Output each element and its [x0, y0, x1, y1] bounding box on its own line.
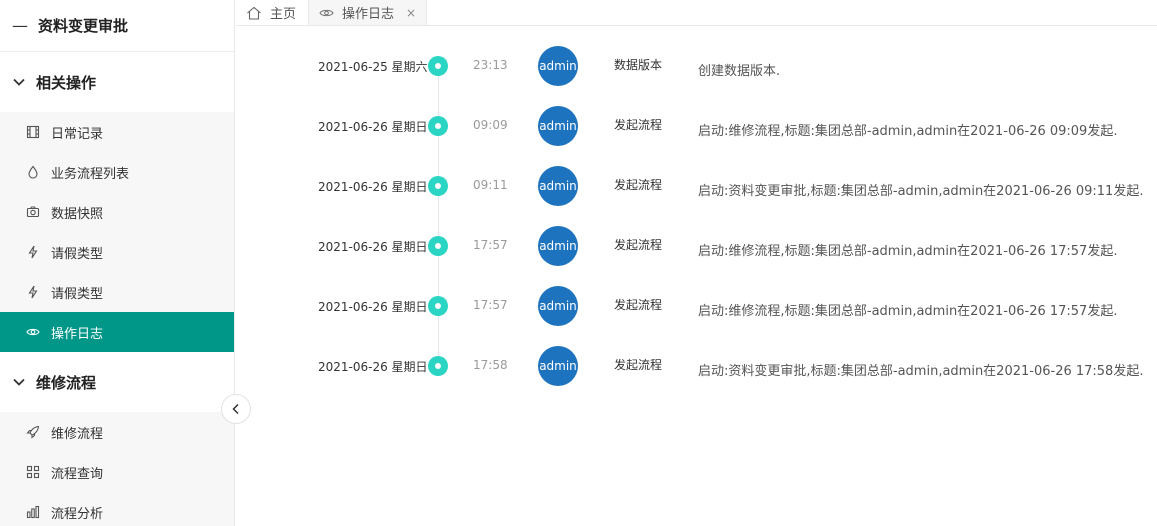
sidebar-item-flow-analysis[interactable]: 流程分析 [0, 492, 234, 526]
avatar[interactable]: admin [538, 106, 578, 146]
log-description: 启动:维修流程,标题:集团总部-admin,admin在2021-06-26 1… [698, 244, 1118, 259]
log-time: 17:57 [473, 238, 508, 252]
eye-icon [26, 325, 40, 339]
log-time: 23:13 [473, 58, 508, 72]
timeline-dot [428, 176, 448, 196]
timeline-dot [428, 116, 448, 136]
log-entry: 2021-06-26 星期日 17:58 admin 发起流程 启动:资料变更审… [236, 346, 1157, 386]
drop-icon [26, 165, 40, 179]
sidebar-collapse-button[interactable] [221, 394, 251, 424]
chevron-left-icon [232, 403, 239, 415]
camera-icon [26, 205, 40, 219]
log-date: 2021-06-26 星期日 [318, 240, 428, 254]
log-date: 2021-06-25 星期六 [318, 60, 428, 74]
log-type: 数据版本 [614, 58, 663, 72]
sidebar-header-title: 资料变更审批 [38, 17, 129, 35]
log-entry: 2021-06-26 星期日 09:11 admin 发起流程 启动:资料变更审… [236, 166, 1157, 206]
log-description: 启动:维修流程,标题:集团总部-admin,admin在2021-06-26 0… [698, 124, 1118, 139]
sidebar-item-label: 数据快照 [51, 206, 104, 222]
log-entry: 2021-06-26 星期日 17:57 admin 发起流程 启动:维修流程,… [236, 226, 1157, 266]
sidebar: — 资料变更审批 相关操作 日常记录 业务流程列表 数据快照 请假类型 请假类型… [0, 0, 235, 526]
collapse-dash-icon: — [12, 16, 28, 35]
sidebar-item-label: 日常记录 [51, 126, 104, 142]
sidebar-item-data-snapshot[interactable]: 数据快照 [0, 192, 234, 232]
log-type: 发起流程 [614, 178, 663, 192]
bar-chart-icon [26, 505, 40, 519]
sidebar-item-label: 流程分析 [51, 506, 104, 522]
avatar[interactable]: admin [538, 346, 578, 386]
tab-bar: 主页 操作日志 × [236, 0, 1157, 26]
grid-icon [26, 465, 40, 479]
home-icon [246, 6, 262, 20]
log-date: 2021-06-26 星期日 [318, 360, 428, 374]
timeline-dot [428, 56, 448, 76]
sidebar-item-label: 请假类型 [51, 246, 104, 262]
timeline-dot [428, 236, 448, 256]
eye-icon [319, 7, 334, 19]
log-time: 09:09 [473, 118, 508, 132]
log-description: 创建数据版本. [698, 64, 781, 79]
avatar[interactable]: admin [538, 286, 578, 326]
log-type: 发起流程 [614, 358, 663, 372]
sidebar-item-label: 流程查询 [51, 466, 104, 482]
timeline-dot [428, 296, 448, 316]
lightning-icon [26, 245, 40, 259]
sidebar-item-label: 请假类型 [51, 286, 104, 302]
sidebar-item-flow-query[interactable]: 流程查询 [0, 452, 234, 492]
log-description: 启动:资料变更审批,标题:集团总部-admin,admin在2021-06-26… [698, 364, 1144, 379]
tab-operation-log[interactable]: 操作日志 × [308, 0, 428, 25]
lightning-icon [26, 285, 40, 299]
log-description: 启动:资料变更审批,标题:集团总部-admin,admin在2021-06-26… [698, 184, 1144, 199]
log-date: 2021-06-26 星期日 [318, 120, 428, 134]
sidebar-group-title: 相关操作 [36, 73, 97, 92]
tab-home[interactable]: 主页 [236, 0, 308, 25]
log-entry: 2021-06-26 星期日 17:57 admin 发起流程 启动:维修流程,… [236, 286, 1157, 326]
chevron-down-icon [13, 378, 25, 386]
sidebar-item-operation-log[interactable]: 操作日志 [0, 312, 234, 352]
log-time: 17:58 [473, 358, 508, 372]
log-time: 09:11 [473, 178, 508, 192]
sidebar-item-daily-record[interactable]: 日常记录 [0, 112, 234, 152]
rocket-icon [26, 425, 40, 439]
log-type: 发起流程 [614, 118, 663, 132]
sidebar-item-leave-type-2[interactable]: 请假类型 [0, 272, 234, 312]
sidebar-group-related-ops[interactable]: 相关操作 [0, 52, 234, 112]
avatar[interactable]: admin [538, 226, 578, 266]
avatar[interactable]: admin [538, 166, 578, 206]
sidebar-item-repair-flow[interactable]: 维修流程 [0, 412, 234, 452]
sidebar-header[interactable]: — 资料变更审批 [0, 0, 234, 52]
log-entry: 2021-06-26 星期日 09:09 admin 发起流程 启动:维修流程,… [236, 106, 1157, 146]
sidebar-item-label: 操作日志 [51, 326, 104, 342]
timeline-dot [428, 356, 448, 376]
log-time: 17:57 [473, 298, 508, 312]
sidebar-item-leave-type[interactable]: 请假类型 [0, 232, 234, 272]
log-entry: 2021-06-25 星期六 23:13 admin 数据版本 创建数据版本. [236, 46, 1157, 86]
sidebar-item-label: 维修流程 [51, 426, 104, 442]
log-type: 发起流程 [614, 238, 663, 252]
tab-close-icon[interactable]: × [406, 6, 416, 20]
sidebar-group-repair-flow[interactable]: 维修流程 [0, 352, 234, 412]
sidebar-item-label: 业务流程列表 [51, 166, 130, 182]
tab-label: 操作日志 [342, 7, 395, 22]
chevron-down-icon [13, 78, 25, 86]
log-type: 发起流程 [614, 298, 663, 312]
log-date: 2021-06-26 星期日 [318, 300, 428, 314]
log-date: 2021-06-26 星期日 [318, 180, 428, 194]
app-root: — 资料变更审批 相关操作 日常记录 业务流程列表 数据快照 请假类型 请假类型… [0, 0, 1157, 526]
sidebar-group-title: 维修流程 [36, 373, 97, 392]
tab-label: 主页 [270, 7, 297, 22]
avatar[interactable]: admin [538, 46, 578, 86]
operation-log-timeline: 2021-06-25 星期六 23:13 admin 数据版本 创建数据版本. … [236, 26, 1157, 526]
sidebar-item-business-flow-list[interactable]: 业务流程列表 [0, 152, 234, 192]
film-icon [26, 125, 40, 139]
log-description: 启动:维修流程,标题:集团总部-admin,admin在2021-06-26 1… [698, 304, 1118, 319]
